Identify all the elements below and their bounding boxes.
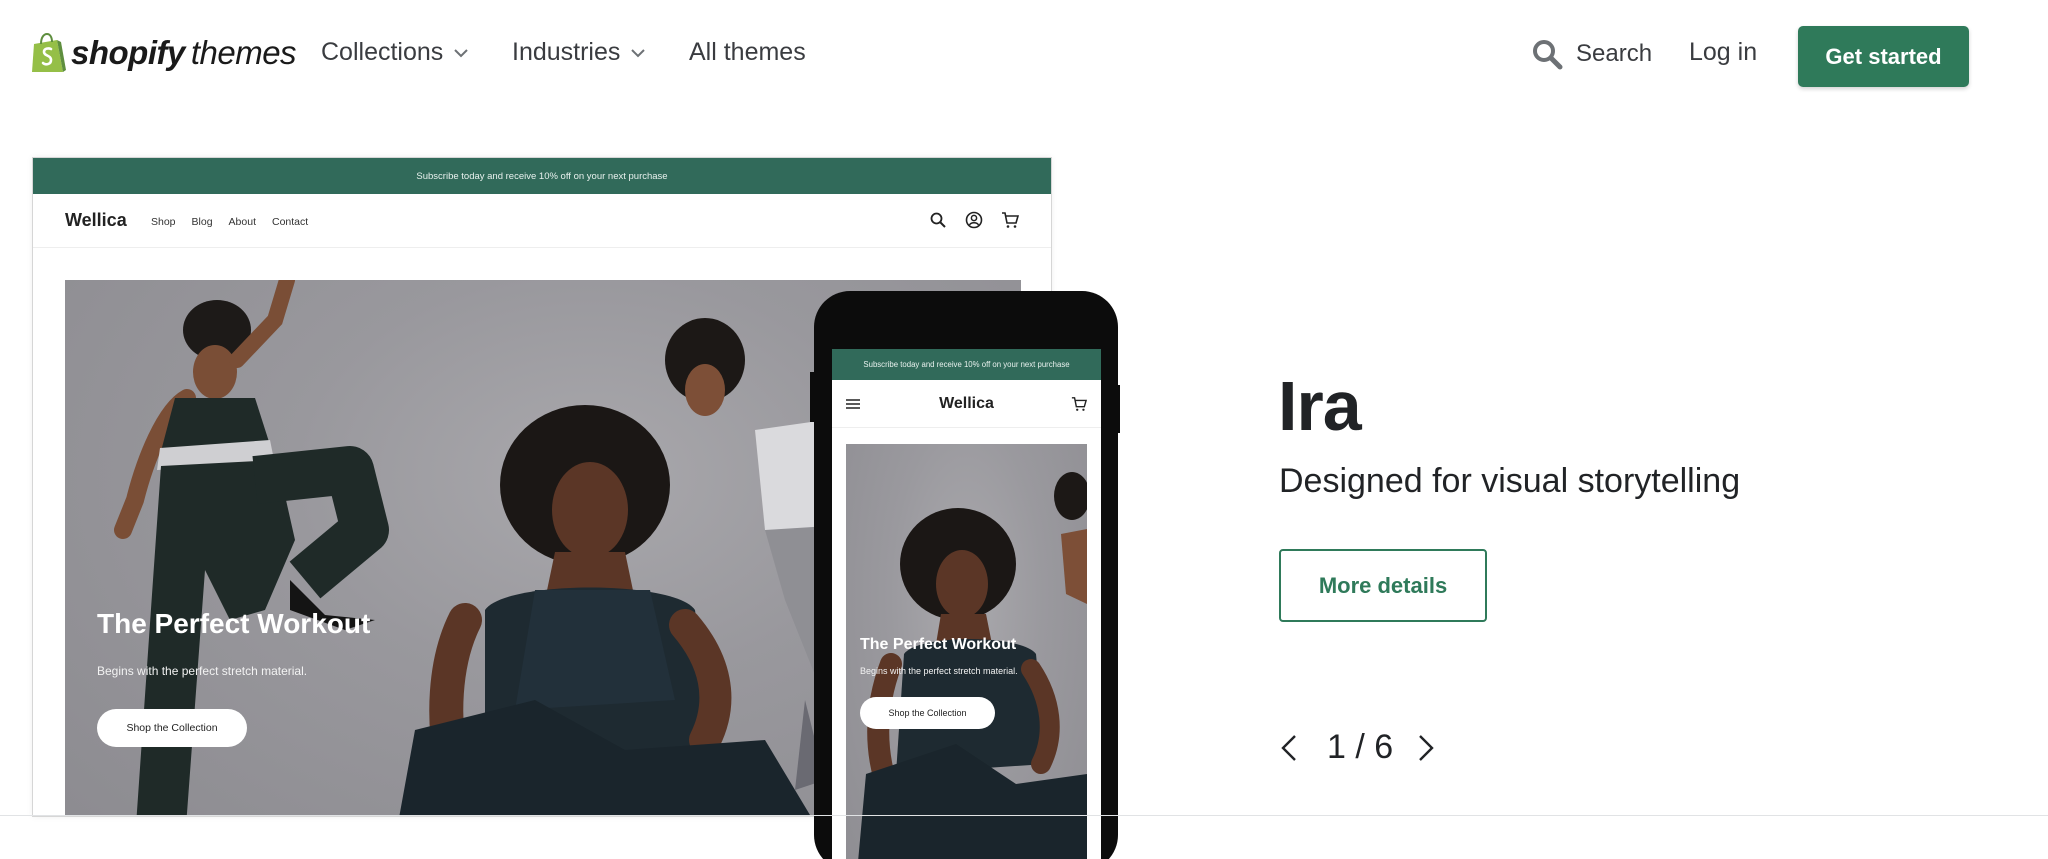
search-icon [930, 212, 946, 228]
nav-industries-label: Industries [512, 38, 621, 66]
mobile-hero-title: The Perfect Workout [860, 636, 1017, 653]
chevron-down-icon [631, 48, 646, 57]
desktop-shop-collection-button: Shop the Collection [97, 709, 247, 747]
logo-word-themes: themes [190, 34, 297, 71]
cart-icon [1071, 397, 1087, 411]
desktop-store-header: Wellica Shop Blog About Contact [33, 194, 1051, 248]
nav-all-themes-label: All themes [689, 38, 806, 66]
section-divider [0, 815, 2048, 816]
carousel-pager: 1 / 6 [1278, 728, 1437, 767]
desktop-hero-title: The Perfect Workout [97, 608, 371, 639]
mobile-store-header: Wellica [832, 380, 1101, 428]
nav-industries-dropdown[interactable]: Industries [512, 38, 646, 67]
login-link[interactable]: Log in [1689, 38, 1757, 67]
mobile-theme-preview[interactable]: Subscribe today and receive 10% off on y… [832, 349, 1101, 859]
mobile-announcement-bar: Subscribe today and receive 10% off on y… [832, 349, 1101, 380]
shopify-themes-logo[interactable]: shopify themes [30, 31, 297, 75]
get-started-button[interactable]: Get started [1798, 26, 1969, 87]
store-menu-blog: Blog [191, 216, 213, 228]
desktop-hero-subtitle: Begins with the perfect stretch material… [97, 664, 308, 678]
nav-collections-dropdown[interactable]: Collections [321, 38, 469, 67]
top-navigation: shopify themes Collections Industries Al… [0, 0, 2048, 112]
account-icon [965, 211, 983, 229]
desktop-announcement-bar: Subscribe today and receive 10% off on y… [33, 158, 1051, 194]
previous-slide-button[interactable] [1278, 732, 1300, 764]
store-menu-shop: Shop [151, 216, 176, 228]
chevron-left-icon [1281, 734, 1296, 761]
desktop-store-brand: Wellica [65, 210, 127, 230]
slide-counter: 1 / 6 [1327, 728, 1394, 766]
theme-tagline: Designed for visual storytelling [1279, 462, 1741, 500]
more-details-button[interactable]: More details [1279, 549, 1487, 622]
search-button[interactable]: Search [1531, 38, 1652, 70]
mobile-hero-image: The Perfect Workout Begins with the perf… [846, 444, 1087, 859]
store-menu-contact: Contact [272, 216, 309, 228]
theme-name: Ira [1278, 367, 1362, 445]
nav-all-themes-link[interactable]: All themes [689, 38, 806, 67]
desktop-store-icons [929, 211, 1019, 229]
logo-word-shopify: shopify [71, 34, 185, 71]
next-slide-button[interactable] [1415, 732, 1437, 764]
search-label: Search [1576, 40, 1653, 67]
chevron-down-icon [454, 48, 468, 57]
desktop-store-menu: Shop Blog About Contact [151, 216, 308, 228]
search-icon [1533, 40, 1563, 70]
nav-collections-label: Collections [321, 38, 444, 66]
cart-icon [1002, 212, 1019, 228]
store-menu-about: About [228, 216, 256, 228]
mobile-shop-collection-button: Shop the Collection [860, 697, 995, 729]
mobile-hero-subtitle: Begins with the perfect stretch material… [860, 666, 1018, 676]
chevron-right-icon [1419, 734, 1434, 761]
shopify-bag-icon [32, 32, 66, 72]
mobile-store-brand: Wellica [939, 395, 994, 412]
